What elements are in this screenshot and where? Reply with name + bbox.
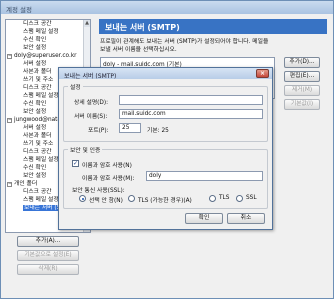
account-settings-window: 계정 설정 디스크 공간 스팸 메일 설정 수신 확인 보안 설정 − doly@supe… (0, 0, 334, 299)
collapse-toggle-icon[interactable]: − (7, 53, 12, 59)
tree-item-label: 디스크 공간 (23, 189, 52, 195)
tree-account-node[interactable]: − doly@superuser.co.kr (6, 52, 90, 60)
tree-item-label: 보안 설정 (23, 109, 47, 115)
tree-item-label: 쓰기 및 주소 (23, 141, 54, 147)
window-titlebar[interactable]: 계정 설정 (1, 1, 333, 14)
ssl-none-radio[interactable] (79, 195, 86, 202)
tree-item-label: 보안 설정 (23, 173, 47, 179)
ssl-label: 보안 통신 사용(SSL): (72, 188, 125, 194)
tree-item[interactable]: 수신 확인 (6, 36, 90, 44)
tree-item-label: 사본과 폴더 (23, 133, 52, 139)
edit-server-button[interactable]: 편집(E)... (284, 71, 320, 82)
tree-item-label: 쓰기 및 주소 (23, 77, 54, 83)
tree-item-label: 사본과 폴더 (23, 69, 52, 75)
username-label: 이름과 암호 사용(M): (82, 176, 135, 182)
tree-item[interactable]: 스팸 메일 설정 (6, 28, 90, 36)
add-server-button[interactable]: 추가(D)... (284, 57, 320, 68)
tree-item-label: 서버 설정 (23, 61, 47, 67)
dialog-titlebar[interactable]: 보내는 서버 (SMTP) × (59, 68, 272, 80)
close-icon[interactable]: × (256, 69, 269, 78)
add-account-button[interactable]: 추가(A)... (17, 236, 79, 247)
default-server-button[interactable]: 기본값(I) (284, 99, 320, 110)
description-label: 상세 설명(D): (74, 100, 109, 106)
collapse-toggle-icon[interactable]: − (7, 117, 12, 123)
settings-group-title: 설정 (70, 85, 81, 91)
panel-title: 보내는 서버 (SMTP) (105, 23, 180, 32)
panel-header: 보내는 서버 (SMTP) (99, 19, 327, 34)
cancel-button[interactable]: 취소 (227, 213, 265, 224)
use-auth-label: 이름과 암호 사용(N) (82, 163, 132, 169)
port-label: 포트(P): (88, 128, 109, 134)
tree-item-label: 스팸 메일 설정 (23, 93, 59, 99)
tree-item-label: 보안 설정 (23, 45, 47, 51)
tree-item-label: 디스크 공간 (23, 149, 52, 155)
ssl-tls-optional-radio[interactable] (128, 195, 135, 202)
ssl-ssl-label: SSL (246, 195, 257, 201)
tree-item-label: doly@superuser.co.kr (14, 53, 77, 59)
tree-item-label: 스팸 메일 설정 (23, 197, 59, 203)
ssl-tls-label: TLS (219, 195, 230, 201)
port-field[interactable]: 25 (119, 123, 141, 133)
tree-item-label: 서버 설정 (23, 125, 47, 131)
server-name-field[interactable]: mail.suidc.com (119, 109, 263, 119)
username-field[interactable]: doly (146, 171, 263, 181)
tree-item-label: 개인 폴더 (14, 181, 38, 187)
collapse-toggle-icon[interactable]: − (7, 181, 12, 187)
window-title: 계정 설정 (6, 6, 32, 14)
panel-description: 프로필이 관계해도 보내는 서버 (SMTP)가 설정되어야 합니다. 메일을 … (100, 39, 269, 53)
dialog-title: 보내는 서버 (SMTP) (64, 72, 117, 80)
tree-item-label: 디스크 공간 (23, 85, 52, 91)
remove-server-button[interactable]: 제거(M) (284, 85, 320, 96)
tree-item-label: 수신 확인 (23, 37, 47, 43)
tree-item-label: 수신 확인 (23, 165, 47, 171)
set-default-button[interactable]: 기본값으로 설정(E) (17, 250, 79, 261)
tree-item-label: 수신 확인 (23, 101, 47, 107)
tree-item-label: 스팸 메일 설정 (23, 29, 59, 35)
tree-item-label: 스팸 메일 설정 (23, 157, 59, 163)
ssl-tls-radio[interactable] (209, 195, 216, 202)
ssl-tls-optional-label: TLS (가능한 경우)(A) (138, 198, 192, 204)
security-group-title: 보안 및 인증 (70, 148, 101, 154)
server-name-label: 서버 이름(S): (74, 114, 108, 120)
description-field[interactable] (119, 95, 263, 105)
ssl-none-label: 선택 안 함(N) (89, 198, 123, 204)
use-auth-checkbox[interactable]: ✓ (72, 160, 79, 167)
delete-account-button[interactable]: 삭제(R) (17, 264, 79, 275)
default-port-text: 기본: 25 (147, 128, 169, 134)
scroll-up-arrow-icon[interactable]: ▲ (84, 20, 90, 27)
ok-button[interactable]: 확인 (185, 213, 223, 224)
tree-item-label: 디스크 공간 (23, 21, 52, 27)
ssl-ssl-radio[interactable] (236, 195, 243, 202)
tree-item[interactable]: 디스크 공간 (6, 20, 90, 28)
tree-item[interactable]: 보안 설정 (6, 44, 90, 52)
smtp-server-dialog: 보내는 서버 (SMTP) × 설정 상세 설명(D): 서버 이름(S): m… (58, 67, 273, 230)
